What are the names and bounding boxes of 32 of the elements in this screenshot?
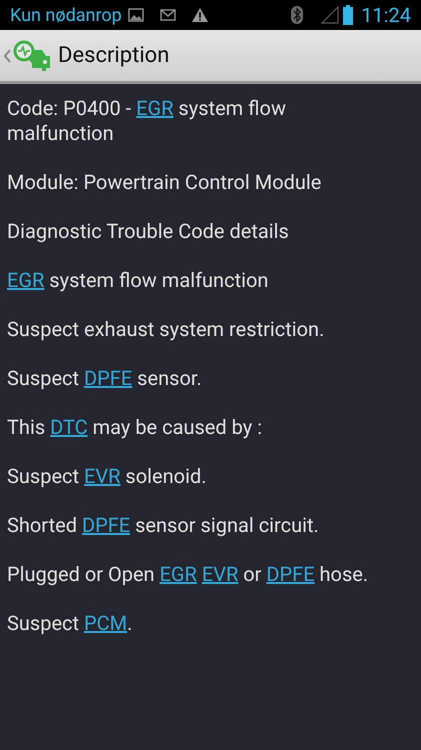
term-link[interactable]: DPFE bbox=[266, 562, 315, 586]
description-text: Module: Powertrain Control Module bbox=[7, 170, 322, 195]
description-text: This DTC may be caused by : bbox=[7, 415, 264, 440]
term-link[interactable]: EGR bbox=[136, 96, 174, 120]
warning-icon bbox=[192, 8, 208, 22]
description-text: Suspect exhaust system restriction. bbox=[7, 317, 326, 342]
screen-title: Description bbox=[58, 42, 170, 70]
description-text: Suspect PCM. bbox=[7, 611, 134, 636]
term-link[interactable]: EGR bbox=[7, 268, 44, 292]
term-link[interactable]: EVR bbox=[84, 464, 120, 488]
clock-text: 11:24 bbox=[361, 2, 411, 29]
description-text: Suspect DPFE sensor. bbox=[7, 366, 203, 391]
signal-icon bbox=[321, 6, 340, 24]
description-text: Plugged or Open EGR EVR or DPFE hose. bbox=[7, 562, 370, 587]
term-link[interactable]: EGR bbox=[160, 562, 197, 586]
carrier-text: Kun nødanrop bbox=[10, 4, 122, 28]
battery-icon bbox=[343, 5, 354, 25]
car-diagnostic-icon[interactable] bbox=[12, 40, 52, 72]
description-text: Shorted DPFE sensor signal circuit. bbox=[7, 513, 320, 538]
term-link[interactable]: DPFE bbox=[82, 513, 130, 537]
term-link[interactable]: EVR bbox=[202, 562, 238, 586]
term-link[interactable]: DTC bbox=[50, 415, 88, 439]
description-text: EGR system flow malfunction bbox=[7, 268, 270, 293]
term-link[interactable]: DPFE bbox=[84, 366, 132, 390]
bluetooth-icon bbox=[291, 6, 304, 24]
description-text: Suspect EVR solenoid. bbox=[7, 464, 208, 489]
description-text: Diagnostic Trouble Code details bbox=[7, 219, 290, 244]
back-chevron-icon[interactable] bbox=[4, 48, 11, 62]
mail-icon bbox=[160, 9, 176, 21]
term-link[interactable]: PCM bbox=[84, 611, 128, 635]
image-icon bbox=[128, 8, 144, 22]
description-text: Code: P0400 - EGR system flow malfunction bbox=[7, 96, 287, 146]
